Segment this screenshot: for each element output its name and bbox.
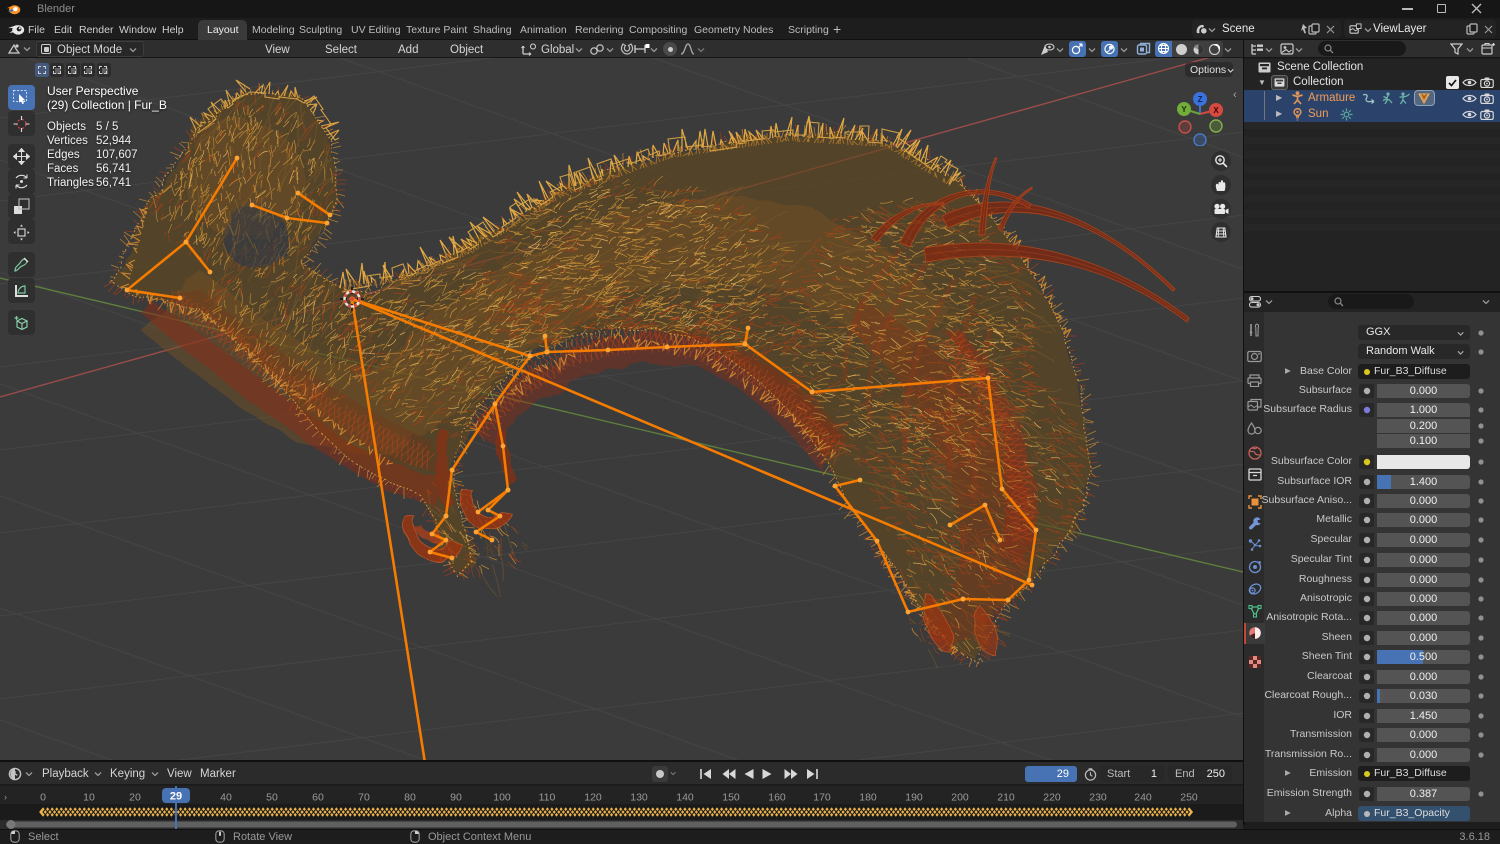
svg-text:150: 150 (722, 792, 740, 804)
svg-text:140: 140 (676, 792, 694, 804)
svg-text:50: 50 (266, 792, 278, 804)
svg-text:100: 100 (493, 792, 511, 804)
svg-text:220: 220 (1043, 792, 1061, 804)
svg-text:200: 200 (951, 792, 969, 804)
svg-text:X: X (1213, 106, 1219, 115)
svg-text:0: 0 (40, 792, 46, 804)
svg-text:230: 230 (1089, 792, 1107, 804)
svg-text:90: 90 (450, 792, 462, 804)
svg-text:20: 20 (129, 792, 141, 804)
svg-text:210: 210 (997, 792, 1015, 804)
svg-text:29: 29 (170, 791, 182, 803)
svg-text:190: 190 (905, 792, 923, 804)
svg-text:Y: Y (1181, 105, 1187, 114)
svg-text:250: 250 (1180, 792, 1198, 804)
svg-text:130: 130 (630, 792, 648, 804)
svg-text:Z: Z (1198, 95, 1203, 104)
svg-text:180: 180 (859, 792, 877, 804)
svg-text:70: 70 (358, 792, 370, 804)
svg-text:40: 40 (220, 792, 232, 804)
svg-text:120: 120 (584, 792, 602, 804)
svg-text:›: › (4, 792, 7, 802)
svg-text:110: 110 (539, 792, 556, 804)
svg-text:10: 10 (83, 792, 95, 804)
svg-text:80: 80 (404, 792, 416, 804)
svg-text:170: 170 (813, 792, 831, 804)
svg-text:60: 60 (312, 792, 324, 804)
svg-text:240: 240 (1134, 792, 1152, 804)
svg-text:160: 160 (768, 792, 786, 804)
